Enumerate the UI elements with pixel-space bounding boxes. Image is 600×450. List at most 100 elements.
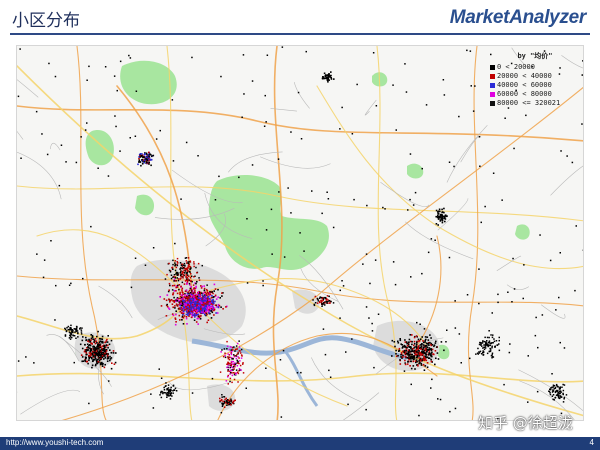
community-point [169,284,171,287]
community-point [395,349,397,352]
community-point [230,349,232,351]
community-point [414,191,417,194]
community-point [163,389,166,391]
community-point [562,383,564,386]
community-point [98,358,100,360]
community-point [251,80,254,82]
community-point [178,297,180,300]
community-point [99,362,102,364]
community-point [312,299,314,301]
community-point [106,360,109,362]
community-point [481,345,483,347]
community-point [204,304,207,307]
community-point [351,133,354,135]
community-point [172,276,174,278]
community-point [571,161,574,164]
community-point [443,211,445,214]
community-point [107,356,109,358]
footer-url[interactable]: http://www.youshi-tech.com [6,438,103,447]
community-point [104,66,107,68]
community-point [181,281,184,284]
community-point [209,293,212,296]
community-point [328,73,330,75]
community-point [399,359,401,361]
community-point [230,398,232,400]
community-point [226,340,228,343]
community-point [412,357,414,359]
community-point [230,369,233,372]
community-point [563,398,565,400]
community-point [203,285,205,287]
community-point [211,306,214,308]
community-point [176,257,179,260]
community-point [192,307,195,309]
community-point [430,343,432,346]
community-point [184,294,186,296]
legend-item: 80000 <= 320021 [490,99,580,108]
community-point [134,135,137,137]
community-point [176,286,179,288]
community-point [152,407,155,409]
community-point [192,284,195,286]
community-point [488,330,490,332]
community-point [177,262,179,264]
community-point [148,163,150,165]
community-point [174,323,177,326]
community-point [178,288,180,291]
community-point [168,289,170,291]
community-point [84,358,87,360]
community-point [436,216,439,219]
community-point [228,358,231,361]
community-point [238,368,241,370]
community-point [314,295,317,298]
community-point [328,74,330,77]
community-point [232,360,235,363]
community-point [214,199,217,201]
community-point [581,123,583,125]
community-point [145,156,147,159]
community-point [416,360,418,363]
community-point [221,349,223,351]
community-point [102,342,104,344]
community-point [96,335,98,338]
community-point [141,163,144,165]
community-point [199,310,202,312]
community-point [174,307,176,309]
community-point [174,305,176,307]
community-point [410,360,412,363]
community-point [183,307,186,309]
community-point [437,213,439,215]
community-point [197,306,200,308]
community-point [491,342,493,344]
community-point [238,340,240,342]
community-point [229,346,232,348]
community-point [75,327,78,330]
community-point [408,338,411,341]
community-point [184,270,187,272]
community-point [88,344,90,347]
community-point [395,353,397,355]
community-point [88,357,90,360]
community-point [166,273,168,276]
community-point [227,374,229,377]
minor-road [17,79,39,98]
community-point [171,395,173,397]
community-point [397,354,399,357]
community-point [319,301,321,304]
community-point [200,287,203,289]
community-point [194,291,196,294]
community-point [174,387,177,390]
community-point [303,250,305,252]
community-point [222,400,224,403]
community-point [185,305,187,308]
community-point [384,208,386,210]
community-point [175,390,178,392]
community-point [582,60,583,62]
community-point [184,309,186,311]
community-point [483,348,486,351]
community-point [322,298,325,300]
community-point [437,214,439,217]
community-point [241,116,243,118]
community-point [233,368,235,370]
community-point [262,284,264,287]
